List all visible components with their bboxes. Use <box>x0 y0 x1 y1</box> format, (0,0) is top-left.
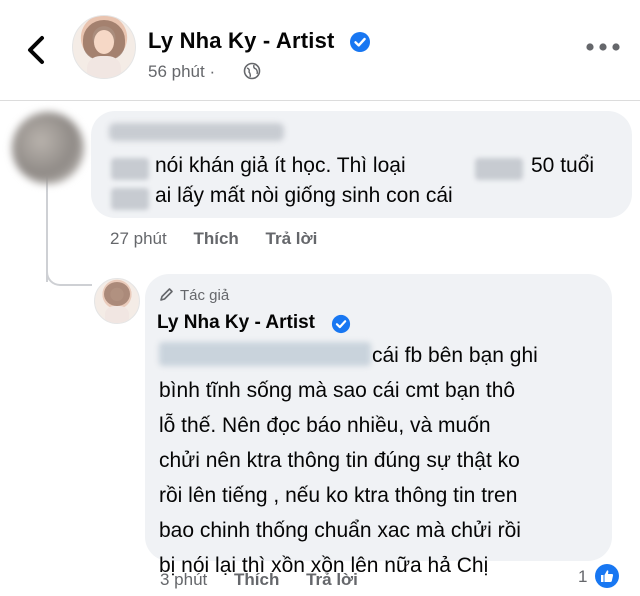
globe-icon <box>243 62 261 80</box>
comment-line-2: ai lấy mất nòi giống sinh con cái <box>155 184 453 207</box>
reply-line: chửi nên ktra thông tin đúng sự thật ko <box>159 449 520 472</box>
redacted-text <box>111 158 149 180</box>
pencil-icon <box>160 288 173 301</box>
comment-bubble: nói khán giả ít học. Thì loại 50 tuổi ai… <box>91 111 632 218</box>
reply-button[interactable]: Trả lời <box>266 229 318 248</box>
reply-line: rồi lên tiếng , nếu ko ktra thông tin tr… <box>159 484 518 507</box>
comment-line-1a: nói khán giả ít học. Thì loại <box>155 154 406 177</box>
meta-separator: · <box>209 62 216 81</box>
reply-button[interactable]: Trả lời <box>306 570 358 589</box>
reply-actions: 3 phút Thích Trả lời <box>160 570 358 590</box>
commenter-name-redacted <box>109 123 284 141</box>
commenter-avatar[interactable] <box>12 112 84 184</box>
more-options-button[interactable] <box>583 40 623 59</box>
back-button[interactable] <box>18 30 54 70</box>
reply-line: bình tĩnh sống mà sao cái cmt bạn thô <box>159 379 516 402</box>
author-tag-label: Tác giả <box>180 287 230 304</box>
reply-author-name[interactable]: Ly Nha Ky - Artist <box>157 312 315 334</box>
reply-line: lỗ thế. Nên đọc báo nhiều, và muốn <box>159 414 491 437</box>
thread-connector <box>46 266 92 286</box>
page-name[interactable]: Ly Nha Ky - Artist <box>148 28 335 54</box>
reaction-count[interactable]: 1 <box>578 567 587 587</box>
comment-line-1b: 50 tuổi <box>531 154 595 177</box>
comment-actions: 27 phút Thích Trả lời <box>110 229 317 249</box>
reply-line: cái fb bên bạn ghi <box>372 344 538 367</box>
reply-time[interactable]: 3 phút <box>160 570 207 589</box>
tagged-user-redacted <box>159 342 371 366</box>
author-tag: Tác giả <box>159 287 229 304</box>
more-horizontal-icon <box>586 43 620 51</box>
chevron-left-icon <box>28 36 44 64</box>
page-avatar[interactable] <box>72 15 136 79</box>
redacted-text <box>475 158 523 180</box>
verified-badge-icon <box>350 32 370 52</box>
verified-badge-icon <box>331 314 351 334</box>
like-button[interactable]: Thích <box>234 570 279 589</box>
reply-avatar[interactable] <box>94 278 140 324</box>
like-button[interactable]: Thích <box>193 229 238 248</box>
post-time[interactable]: 56 phút <box>148 62 205 81</box>
redacted-text <box>111 188 149 210</box>
reply-bubble: Tác giả Ly Nha Ky - Artist cái fb bên bạ… <box>145 274 612 577</box>
like-icon[interactable] <box>594 563 620 589</box>
comment-time[interactable]: 27 phút <box>110 229 167 248</box>
post-meta: 56 phút · <box>148 62 215 82</box>
post-header: Ly Nha Ky - Artist 56 phút · <box>0 0 640 101</box>
reply-line: bao chinh thống chuẩn xac mà chửi rồi <box>159 519 521 542</box>
